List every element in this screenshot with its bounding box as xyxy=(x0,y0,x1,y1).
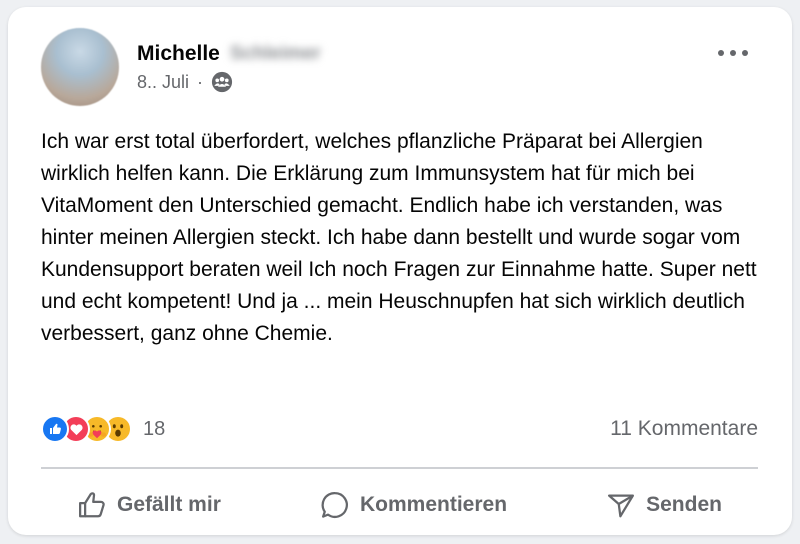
more-dot-icon xyxy=(742,50,748,56)
speech-bubble-icon xyxy=(321,491,348,518)
post-card: Michelle Schleimer 8.. Juli · Ich war er… xyxy=(8,7,792,535)
action-bar: Gefällt mir Kommentieren Senden xyxy=(41,477,758,533)
comment-button[interactable]: Kommentieren xyxy=(284,480,543,530)
like-reaction-icon xyxy=(41,415,69,443)
post-meta: 8.. Juli · xyxy=(137,71,233,93)
more-dot-icon xyxy=(730,50,736,56)
author-name[interactable]: Michelle xyxy=(137,42,220,66)
meta-separator: · xyxy=(197,71,204,92)
divider xyxy=(41,467,758,469)
like-button-label: Gefällt mir xyxy=(117,493,221,516)
more-dot-icon xyxy=(718,50,724,56)
avatar[interactable] xyxy=(41,28,119,106)
author-last-name-blurred: Schleimer xyxy=(229,43,321,64)
post-text: Ich war erst total überfordert, welches … xyxy=(41,130,757,345)
thumbs-up-icon xyxy=(79,492,105,518)
reaction-count: 18 xyxy=(143,417,166,440)
send-button-label: Senden xyxy=(646,493,722,516)
reactions-summary[interactable]: 18 xyxy=(41,415,165,443)
post-date[interactable]: 8.. Juli xyxy=(137,72,189,93)
author-row: Michelle Schleimer xyxy=(137,40,321,68)
like-button[interactable]: Gefällt mir xyxy=(41,480,257,530)
comments-count-link[interactable]: 11 Kommentare xyxy=(610,417,758,441)
send-button[interactable]: Senden xyxy=(570,480,758,530)
send-icon xyxy=(608,494,635,518)
more-options-button[interactable] xyxy=(718,43,748,63)
group-icon[interactable] xyxy=(211,71,233,93)
comment-button-label: Kommentieren xyxy=(359,493,508,516)
